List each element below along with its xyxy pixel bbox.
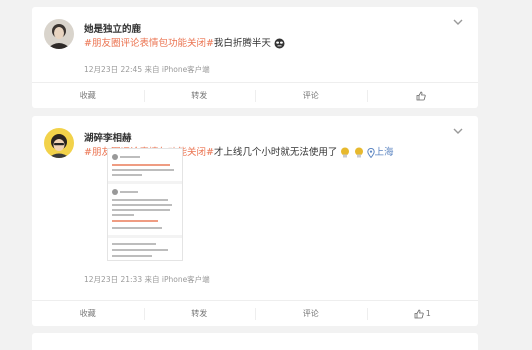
comment-button[interactable]: 评论	[255, 301, 367, 326]
author-name[interactable]: 湖碎李相赫	[84, 130, 132, 144]
post-source: 来自 iPhone客户端	[144, 65, 210, 74]
crying-face-icon	[341, 147, 350, 158]
favorite-button[interactable]: 收藏	[32, 83, 144, 108]
post-card	[32, 333, 478, 350]
like-count: 1	[425, 309, 431, 318]
weibo-feed: 她是独立的鹿 #朋友圈评论表情包功能关闭#我白折腾半天 12月23日 22:45…	[32, 0, 478, 350]
author-name[interactable]: 她是独立的鹿	[84, 21, 141, 35]
post-time[interactable]: 12月23日 21:33	[84, 275, 142, 284]
avatar[interactable]	[44, 19, 74, 49]
post-card: 她是独立的鹿 #朋友圈评论表情包功能关闭#我白折腾半天 12月23日 22:45…	[32, 7, 478, 108]
location-link[interactable]: 上海	[375, 147, 394, 158]
chevron-down-icon[interactable]	[452, 125, 464, 137]
screenshot-image[interactable]	[107, 148, 183, 261]
comment-button[interactable]: 评论	[255, 83, 367, 108]
post-source: 来自 iPhone客户端	[144, 275, 210, 284]
action-bar: 收藏 转发 评论 1	[32, 300, 478, 326]
crying-face-icon	[354, 147, 363, 158]
chevron-down-icon[interactable]	[452, 16, 464, 28]
hashtag-link[interactable]: #朋友圈评论表情包功能关闭#	[84, 38, 214, 49]
speechless-face-icon	[274, 38, 285, 49]
post-text: 我白折腾半天	[213, 38, 271, 49]
location-pin-icon	[366, 147, 375, 158]
repost-button[interactable]: 转发	[143, 83, 256, 108]
post-card: 湖碎李相赫 #朋友圈评论表情包功能关闭#才上线几个小时就无法使用了 上海	[32, 116, 478, 326]
repost-button[interactable]: 转发	[143, 301, 256, 326]
thumbs-up-icon	[416, 91, 426, 100]
post-meta: 12月23日 22:45 来自 iPhone客户端	[84, 64, 210, 75]
post-meta: 12月23日 21:33 来自 iPhone客户端	[84, 274, 210, 285]
action-bar: 收藏 转发 评论	[32, 82, 478, 108]
favorite-button[interactable]: 收藏	[32, 301, 144, 326]
post-content: #朋友圈评论表情包功能关闭#我白折腾半天	[84, 38, 285, 50]
like-button[interactable]	[366, 83, 479, 108]
post-time[interactable]: 12月23日 22:45	[84, 65, 142, 74]
like-button[interactable]: 1	[366, 301, 479, 326]
thumbs-up-icon	[414, 309, 424, 318]
post-text: 才上线几个小时就无法使用了	[213, 147, 338, 158]
avatar[interactable]	[44, 128, 74, 158]
